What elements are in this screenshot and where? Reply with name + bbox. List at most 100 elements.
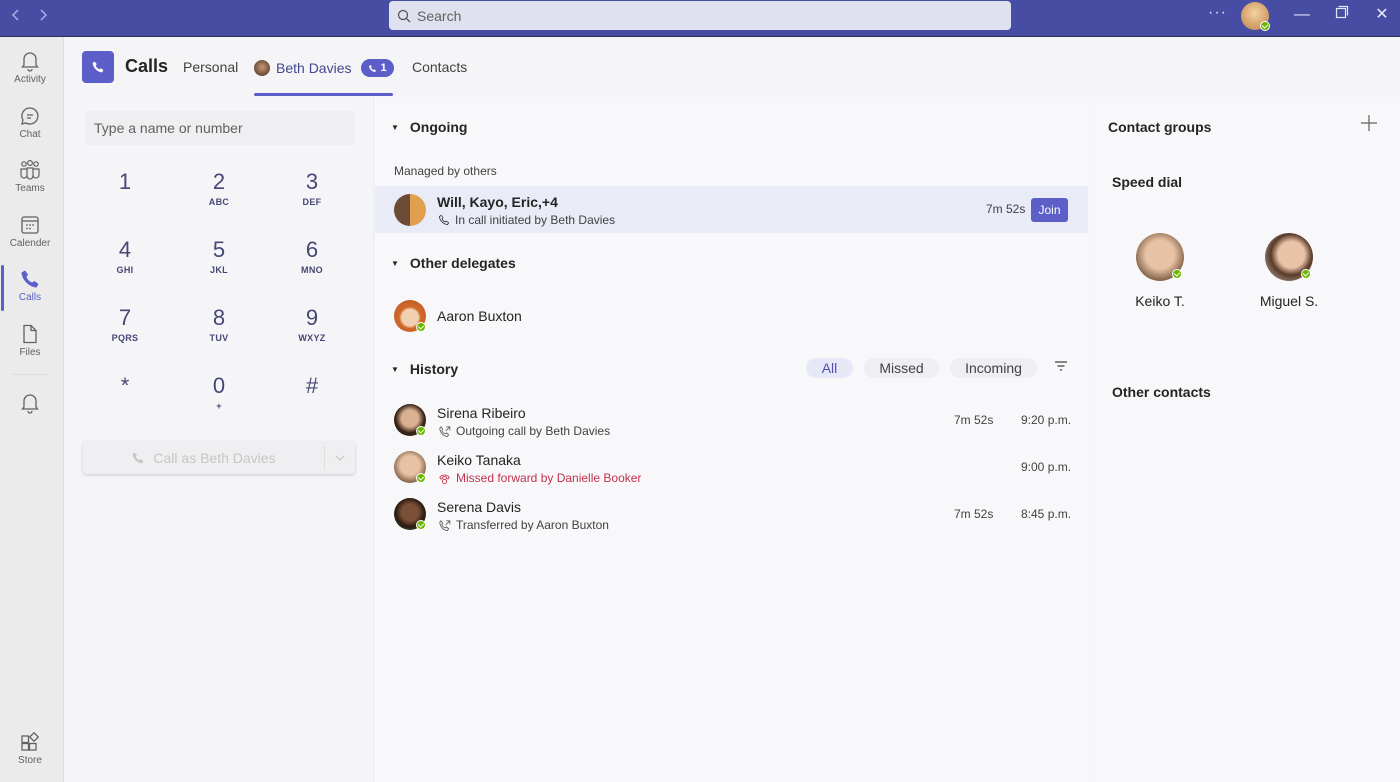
key-digit: #	[305, 373, 319, 398]
section-delegates-toggle[interactable]: ▼ Other delegates	[391, 255, 516, 271]
filter-all[interactable]: All	[806, 358, 853, 378]
call-button-group: Call as Beth Davies	[83, 442, 355, 474]
filter-icon[interactable]	[1054, 360, 1068, 372]
dial-key[interactable]: 3 DEF	[272, 169, 352, 225]
transfer-call-icon	[439, 519, 451, 531]
section-title: Other delegates	[409, 255, 516, 271]
dial-key[interactable]: #	[272, 373, 352, 429]
key-letters: GHI	[116, 265, 134, 275]
user-avatar[interactable]	[1241, 2, 1270, 31]
calls-list-panel: ▼ Ongoing Managed by others Will, Kayo, …	[375, 97, 1090, 782]
rail-item-files[interactable]: Files	[0, 316, 60, 370]
join-button[interactable]: Join	[1031, 198, 1068, 222]
delegate-row[interactable]: Aaron Buxton	[375, 293, 1088, 339]
key-letters: ABC	[208, 197, 230, 207]
phone-icon	[369, 64, 377, 72]
rail-item-calendar[interactable]: Calender	[0, 207, 60, 261]
search-icon	[397, 9, 411, 22]
key-digit: 5	[212, 237, 226, 262]
ongoing-call-row[interactable]: Will, Kayo, Eric,+4 In call initiated by…	[375, 186, 1088, 233]
rail-label: Files	[19, 347, 41, 358]
forward-button[interactable]	[33, 6, 53, 26]
section-history-toggle[interactable]: ▼ History	[391, 361, 458, 377]
avatar	[394, 498, 426, 530]
search-input[interactable]	[417, 7, 997, 24]
rail-item-store[interactable]: Store	[0, 724, 60, 778]
speed-dial-title: Speed dial	[1112, 174, 1183, 190]
dial-key[interactable]: 6 MNO	[272, 237, 352, 293]
phone-icon	[132, 452, 144, 464]
dial-key[interactable]: *	[85, 373, 165, 429]
rail-item-chat[interactable]: Chat	[0, 98, 60, 152]
maximize-button[interactable]	[1330, 4, 1354, 26]
call-time: 9:00 p.m.	[1021, 460, 1072, 474]
calls-app-icon	[82, 51, 114, 83]
speed-dial-contact[interactable]: Miguel S.	[1244, 233, 1334, 309]
rail-item-teams[interactable]: Teams	[0, 152, 60, 206]
call-time: 8:45 p.m.	[1021, 507, 1072, 521]
dial-key[interactable]: 5 JKL	[179, 237, 259, 293]
tab-contacts[interactable]: Contacts	[412, 59, 467, 75]
call-duration: 7m 52s	[986, 202, 1026, 216]
more-options-button[interactable]: ···	[1208, 4, 1227, 22]
page-header: Calls Personal Beth Davies 1 Contacts	[64, 37, 1400, 97]
dial-key[interactable]: 0 +	[179, 373, 259, 429]
active-tab-indicator	[254, 93, 393, 96]
key-digit: 9	[305, 305, 319, 330]
dial-key[interactable]: 4 GHI	[85, 237, 165, 293]
dial-key[interactable]: 8 TUV	[179, 305, 259, 361]
add-group-icon[interactable]	[1359, 113, 1379, 133]
avatar	[394, 451, 426, 483]
tab-beth-davies[interactable]: Beth Davies 1	[254, 59, 394, 77]
key-letters: PQRS	[111, 333, 139, 343]
dial-key[interactable]: 9 WXYZ	[272, 305, 352, 361]
bell-icon	[21, 394, 39, 414]
other-contacts-title: Other contacts	[1112, 384, 1211, 400]
avatar	[394, 404, 426, 436]
key-letters: DEF	[302, 197, 322, 207]
filter-incoming[interactable]: Incoming	[950, 358, 1037, 378]
dial-key[interactable]: 1	[85, 169, 165, 225]
call-detail-text: Missed forward by Danielle Booker	[456, 471, 642, 485]
chevron-down-icon	[335, 455, 345, 461]
tab-personal[interactable]: Personal	[183, 59, 238, 75]
outgoing-call-icon	[439, 425, 451, 437]
delegate-name: Aaron Buxton	[437, 308, 522, 324]
key-digit: 8	[212, 305, 226, 330]
calendar-icon	[21, 216, 39, 234]
rail-item-notifications[interactable]	[0, 385, 60, 439]
call-as-button[interactable]: Call as Beth Davies	[83, 442, 324, 474]
rail-item-calls[interactable]: Calls	[0, 261, 60, 315]
rail-label: Teams	[15, 183, 45, 194]
call-detail: Outgoing call by Beth Davies	[438, 424, 610, 438]
caret-down-icon: ▼	[391, 364, 399, 374]
filter-missed[interactable]: Missed	[864, 358, 939, 378]
app-rail: Activity Chat Teams Calender Calls Files…	[0, 37, 64, 782]
call-subtitle: In call initiated by Beth Davies	[438, 213, 615, 227]
badge-count: 1	[380, 62, 387, 74]
call-options-dropdown[interactable]	[325, 451, 355, 465]
chat-icon	[21, 107, 39, 125]
section-ongoing-toggle[interactable]: ▼ Ongoing	[391, 119, 467, 135]
minimize-button[interactable]: —	[1290, 4, 1314, 26]
search-box[interactable]	[389, 1, 1011, 30]
close-button[interactable]: ✕	[1370, 4, 1394, 26]
speed-dial-contact[interactable]: Keiko T.	[1115, 233, 1205, 309]
presence-available-icon	[1172, 269, 1182, 279]
history-row[interactable]: Keiko Tanaka Missed forward by Danielle B…	[375, 444, 1088, 490]
call-detail-text: Transferred by Aaron Buxton	[456, 518, 609, 532]
rail-label: Activity	[14, 74, 46, 85]
rail-label: Store	[18, 755, 42, 766]
dial-key[interactable]: 2 ABC	[179, 169, 259, 225]
dial-key[interactable]: 7 PQRS	[85, 305, 165, 361]
history-row[interactable]: Serena Davis Transferred by Aaron Buxton 7…	[375, 491, 1088, 537]
key-letters: TUV	[209, 333, 229, 343]
back-button[interactable]	[6, 6, 26, 26]
call-detail-text: Outgoing call by Beth Davies	[456, 424, 611, 438]
history-row[interactable]: Sirena Ribeiro Outgoing call by Beth Davi…	[375, 397, 1088, 443]
title-bar: ··· — ✕	[0, 0, 1400, 37]
rail-item-activity[interactable]: Activity	[0, 43, 60, 97]
phone-icon	[21, 270, 39, 288]
chevron-left-icon	[11, 9, 19, 21]
dial-input[interactable]	[85, 111, 354, 145]
